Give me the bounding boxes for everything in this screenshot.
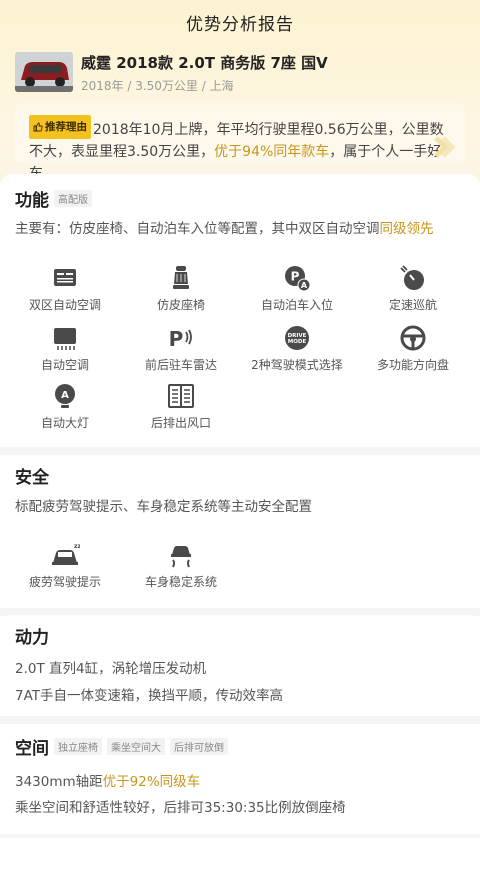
- safety-desc: 标配疲劳驾驶提示、车身稳定系统等主动安全配置: [15, 499, 312, 515]
- feature-label: 自动泊车入位: [260, 298, 333, 312]
- features-card: 功能 高配版 主要有：仿皮座椅、自动泊车入位等配置，其中双区自动空调同级领先 双区…: [0, 174, 480, 446]
- safety-item[interactable]: 车身稳定系统: [126, 541, 236, 590]
- features-desc-highlight: 同级领先: [379, 221, 434, 237]
- fatigue-alert-icon: zz: [52, 543, 80, 565]
- feature-label: 自动大灯: [40, 416, 89, 430]
- svg-text:A: A: [61, 390, 69, 401]
- car-header[interactable]: 威霆 2018款 2.0T 商务版 7座 国V 2018年 / 3.50万公里 …: [15, 50, 465, 96]
- features-tag: 高配版: [54, 190, 92, 207]
- features-title: 功能 高配版: [15, 186, 92, 211]
- feature-label: 前后驻车雷达: [144, 358, 217, 372]
- features-desc: 主要有：仿皮座椅、自动泊车入位等配置，其中双区自动空调同级领先: [15, 219, 434, 239]
- feature-item[interactable]: P 前后驻车雷达: [126, 324, 236, 373]
- svg-text:P: P: [169, 327, 184, 351]
- space-comfort: 乘坐空间和舒适性较好，后排可35:30:35比例放倒座椅: [15, 800, 346, 816]
- page-title: 优势分析报告: [186, 15, 294, 35]
- safety-label: 车身稳定系统: [144, 575, 217, 589]
- svg-text:MODE: MODE: [288, 339, 307, 345]
- rear-vent-icon: [168, 384, 194, 408]
- reason-highlight: 优于94%同年款车: [214, 144, 330, 160]
- power-transmission: 7AT手自一体变速箱，换挡平顺，传动效率高: [15, 688, 284, 704]
- section-divider: [0, 447, 480, 455]
- features-desc-text: 主要有：仿皮座椅、自动泊车入位等配置，其中双区自动空调: [15, 221, 380, 237]
- feature-item[interactable]: 自动空调: [10, 324, 120, 373]
- feature-item[interactable]: 多功能方向盘: [358, 324, 468, 373]
- power-card: 动力 2.0T 直列4缸，涡轮增压发动机 7AT手自一体变速箱，换挡平顺，传动效…: [0, 615, 480, 715]
- drive-mode-icon: DRIVE MODE: [285, 326, 309, 350]
- leather-seat-icon: [173, 266, 189, 289]
- feature-label: 定速巡航: [388, 298, 437, 312]
- dual-zone-ac-icon: [54, 269, 76, 286]
- space-card: 空间 独立座椅 乘坐空间大 后排可放倒 3430mm轴距优于92%同级车 乘坐空间和舒…: [0, 724, 480, 834]
- recommend-badge-label: 推荐理由: [45, 121, 87, 133]
- auto-headlight-icon: A: [55, 384, 75, 408]
- svg-text:A: A: [301, 281, 308, 290]
- feature-label: 自动空调: [40, 358, 89, 372]
- parking-radar-icon: P: [169, 327, 192, 351]
- safety-card: 安全 标配疲劳驾驶提示、车身稳定系统等主动安全配置 zz 疲劳驾驶提示 车身稳定…: [0, 455, 480, 607]
- feature-item[interactable]: P A 自动泊车入位: [242, 264, 352, 313]
- space-tag: 独立座椅: [54, 738, 102, 755]
- safety-title: 安全: [15, 468, 49, 488]
- cruise-control-icon: [400, 265, 424, 290]
- space-title-text: 空间: [15, 739, 49, 759]
- feature-label: 双区自动空调: [28, 298, 101, 312]
- svg-text:zz: zz: [74, 543, 80, 550]
- feature-item[interactable]: A 自动大灯: [10, 382, 120, 431]
- steering-wheel-icon: [400, 325, 426, 351]
- features-title-text: 功能: [15, 191, 49, 211]
- power-engine: 2.0T 直列4缸，涡轮增压发动机: [15, 661, 207, 677]
- feature-label: 2种驾驶模式选择: [251, 358, 343, 372]
- recommend-badge: 推荐理由: [29, 115, 91, 139]
- car-meta: 2018年 / 3.50万公里 / 上海: [81, 79, 234, 93]
- feature-item[interactable]: 双区自动空调: [10, 264, 120, 313]
- car-thumbnail: [15, 52, 73, 92]
- space-wheelbase-highlight: 优于92%同级车: [102, 774, 201, 790]
- feature-label: 多功能方向盘: [376, 358, 449, 372]
- space-title: 空间 独立座椅 乘坐空间大 后排可放倒: [15, 734, 228, 759]
- car-name: 威霆 2018款 2.0T 商务版 7座 国V: [81, 54, 328, 72]
- space-tag: 乘坐空间大: [107, 738, 165, 755]
- feature-item[interactable]: 后排出风口: [126, 382, 236, 431]
- feature-label: 后排出风口: [150, 416, 211, 430]
- recommend-reason-box: 推荐理由 2018年10月上牌，年平均行驶里程0.56万公里，公里数不大，表显里…: [15, 103, 465, 182]
- space-tag: 后排可放倒: [170, 738, 228, 755]
- power-title: 动力: [15, 628, 49, 648]
- chevron-deco-icon: [434, 136, 455, 158]
- safety-label: 疲劳驾驶提示: [28, 575, 101, 589]
- stability-control-icon: [171, 546, 191, 568]
- feature-label: 仿皮座椅: [156, 298, 205, 312]
- svg-text:P: P: [291, 270, 300, 284]
- section-divider: [0, 716, 480, 724]
- space-wheelbase: 3430mm轴距优于92%同级车: [15, 770, 200, 790]
- section-divider: [0, 834, 480, 838]
- feature-item[interactable]: 仿皮座椅: [126, 264, 236, 313]
- feature-item[interactable]: DRIVE MODE 2种驾驶模式选择: [242, 324, 352, 373]
- auto-park-icon: P A: [285, 266, 311, 292]
- safety-item[interactable]: zz 疲劳驾驶提示: [10, 541, 120, 590]
- auto-ac-icon: [54, 328, 76, 350]
- space-wheelbase-text: 3430mm轴距: [15, 774, 103, 790]
- thumbs-up-icon: [33, 122, 43, 132]
- feature-item[interactable]: 定速巡航: [358, 264, 468, 313]
